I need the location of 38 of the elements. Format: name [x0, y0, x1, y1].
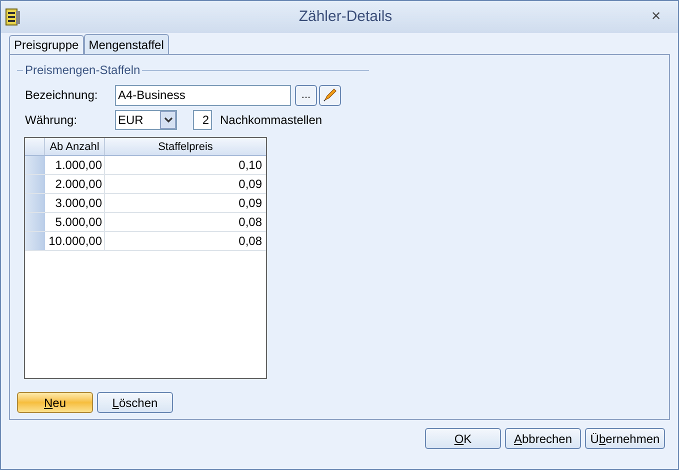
- column-header[interactable]: Staffelpreis: [105, 138, 266, 155]
- table-cell: 3.000,00: [45, 194, 105, 212]
- table-cell-text: 0,09: [238, 195, 263, 212]
- dialog-button[interactable]: OK: [425, 428, 501, 449]
- group-title: Preismengen-Staffeln: [24, 62, 142, 79]
- row-header[interactable]: [25, 156, 45, 174]
- dialog-button[interactable]: Abbrechen: [505, 428, 581, 449]
- currency-dropdown[interactable]: EUR: [115, 110, 177, 130]
- window-title: Zähler-Details: [298, 6, 394, 27]
- table-cell-text: 0,10: [238, 157, 263, 174]
- new-button[interactable]: Neu: [17, 392, 93, 413]
- tab[interactable]: Preisgruppe: [9, 35, 84, 54]
- table-cell-text: 0,08: [238, 233, 263, 250]
- delete-button[interactable]: Löschen: [97, 392, 173, 413]
- row-header[interactable]: [25, 175, 45, 193]
- table-cell: 1.000,00: [45, 156, 105, 174]
- table-cell: 2.000,00: [45, 175, 105, 193]
- field-label: Nachkommastellen: [220, 112, 322, 129]
- table-cell: 5.000,00: [45, 213, 105, 231]
- table-cell-text: 0,08: [238, 214, 263, 231]
- table-icon: [5, 8, 21, 26]
- decimals-field[interactable]: 2: [193, 110, 212, 130]
- table-cell: 10.000,00: [45, 232, 105, 250]
- row-header[interactable]: [25, 194, 45, 212]
- tab[interactable]: Mengenstaffel: [84, 34, 169, 55]
- field-label: Bezeichnung:: [24, 87, 99, 104]
- row-header[interactable]: [25, 213, 45, 231]
- pencil-icon: [323, 88, 337, 102]
- field-label: Währung:: [24, 112, 78, 129]
- browse-button[interactable]: ...: [295, 84, 317, 106]
- chevron-down-icon: [164, 117, 172, 123]
- dialog-button[interactable]: Übernehmen: [585, 428, 665, 449]
- table-cell-text: 0,09: [238, 176, 263, 193]
- text-field[interactable]: A4-Business: [115, 84, 291, 106]
- close-button[interactable]: ×: [646, 5, 666, 29]
- pencil-button[interactable]: [319, 84, 341, 106]
- row-header[interactable]: [25, 232, 45, 250]
- column-header[interactable]: Ab Anzahl: [45, 138, 105, 155]
